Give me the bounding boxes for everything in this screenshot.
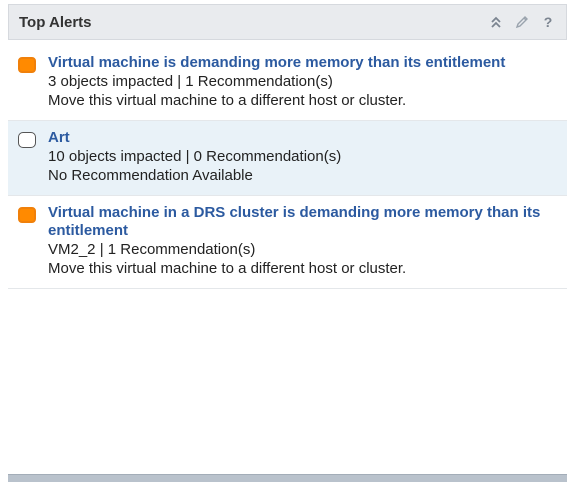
alert-impact: 3 objects impacted | 1 Recommendation(s) [48,73,333,90]
alert-recommendation: No Recommendation Available [48,167,253,184]
alert-title[interactable]: Art [48,129,557,147]
panel-title: Top Alerts [19,13,92,31]
alert-body: Art 10 objects impacted | 0 Recommendati… [48,129,557,185]
critical-status-icon [18,57,40,75]
help-icon[interactable]: ? [540,14,556,30]
header-tools: ? [488,14,556,30]
edit-icon[interactable] [514,14,530,30]
top-alerts-panel: Top Alerts ? Virtual machine is demandin… [8,4,567,482]
alert-list: Virtual machine is demanding more memory… [8,46,567,289]
alert-item[interactable]: Art 10 objects impacted | 0 Recommendati… [8,121,567,196]
alert-title[interactable]: Virtual machine is demanding more memory… [48,54,557,72]
alert-body: Virtual machine in a DRS cluster is dema… [48,204,557,278]
no-status-icon [18,132,40,150]
alert-body: Virtual machine is demanding more memory… [48,54,557,110]
alert-impact: VM2_2 | 1 Recommendation(s) [48,241,256,258]
alert-item[interactable]: Virtual machine is demanding more memory… [8,46,567,121]
critical-status-icon [18,207,40,225]
panel-bottom-bar [8,474,567,482]
alert-impact: 10 objects impacted | 0 Recommendation(s… [48,148,342,165]
panel-header: Top Alerts ? [8,4,567,40]
alert-recommendation: Move this virtual machine to a different… [48,92,407,109]
alert-title[interactable]: Virtual machine in a DRS cluster is dema… [48,204,557,240]
alert-item[interactable]: Virtual machine in a DRS cluster is dema… [8,196,567,289]
alert-recommendation: Move this virtual machine to a different… [48,260,407,277]
collapse-icon[interactable] [488,14,504,30]
